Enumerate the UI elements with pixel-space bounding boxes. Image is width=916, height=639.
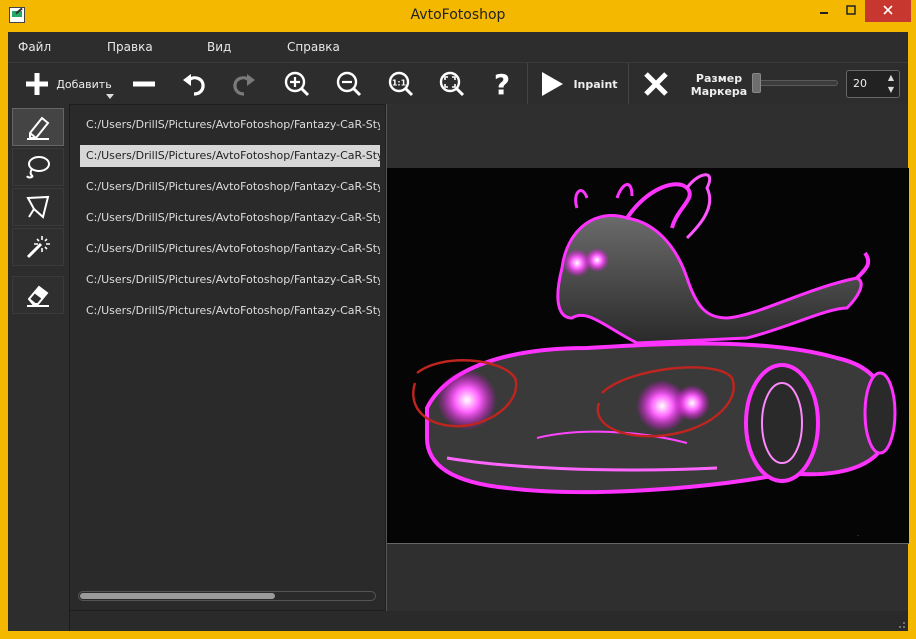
undo-button[interactable]: [178, 68, 210, 100]
file-list-item[interactable]: C:/Users/DrillS/Pictures/AvtoFotoshop/Fa…: [80, 269, 380, 291]
tool-marker[interactable]: [12, 108, 64, 146]
plus-icon: [26, 73, 49, 95]
marker-size-label-line1: Размер: [695, 72, 743, 85]
menu-edit[interactable]: Правка: [107, 40, 153, 54]
magic-wand-icon: [26, 236, 50, 259]
photo-neon-horse-car: ·: [387, 168, 909, 543]
file-list-scrollbar-thumb[interactable]: [80, 593, 275, 599]
close-icon: [883, 5, 893, 15]
zoom-actual-button[interactable]: 1:1: [385, 68, 417, 100]
resize-grip-icon[interactable]: [896, 619, 906, 629]
zoom-fit-icon: [439, 71, 465, 97]
maximize-button[interactable]: [838, 0, 864, 22]
file-list-item-selected[interactable]: C:/Users/DrillS/Pictures/AvtoFotoshop/Fa…: [80, 145, 380, 167]
eraser-icon: [27, 285, 49, 307]
tool-magic-wand[interactable]: [12, 228, 64, 266]
undo-icon: [183, 74, 205, 96]
zoom-out-button[interactable]: [333, 68, 365, 100]
inpaint-label: Inpaint: [573, 77, 618, 91]
toolbar-separator: [628, 63, 629, 105]
svg-text:1:1: 1:1: [392, 79, 407, 88]
marker-size-value: 20: [853, 77, 867, 90]
minus-icon: [133, 81, 155, 87]
file-list-item[interactable]: C:/Users/DrillS/Pictures/AvtoFotoshop/Fa…: [80, 207, 380, 229]
close-x-icon: [644, 72, 668, 96]
app-window: AvtoFotoshop Файл Правка Вид Справка Доб…: [0, 0, 916, 639]
zoom-out-icon: [336, 71, 362, 97]
spin-down-icon[interactable]: ▼: [885, 84, 897, 96]
minimize-button[interactable]: [810, 0, 838, 22]
image-canvas-panel: ·: [386, 104, 909, 611]
menu-view[interactable]: Вид: [207, 40, 231, 54]
menu-help[interactable]: Справка: [287, 40, 340, 54]
file-list-item[interactable]: C:/Users/DrillS/Pictures/AvtoFotoshop/Fa…: [80, 176, 380, 198]
remove-button[interactable]: [128, 68, 160, 100]
spin-up-icon[interactable]: ▲: [885, 72, 897, 84]
chevron-down-icon: [106, 94, 114, 99]
marker-size-spinbox[interactable]: 20 ▲ ▼: [846, 70, 900, 98]
minimize-icon: [820, 12, 828, 14]
zoom-in-button[interactable]: [281, 68, 313, 100]
tool-polygon-lasso[interactable]: [12, 188, 64, 226]
redo-button[interactable]: [228, 68, 260, 100]
title-bar[interactable]: AvtoFotoshop: [0, 0, 916, 32]
file-list-item[interactable]: C:/Users/DrillS/Pictures/AvtoFotoshop/Fa…: [80, 238, 380, 260]
tool-lasso[interactable]: [12, 148, 64, 186]
cancel-button[interactable]: [640, 68, 672, 100]
help-button[interactable]: ?: [486, 68, 518, 100]
inpaint-button[interactable]: Inpaint: [536, 68, 621, 100]
marker-size-slider-thumb[interactable]: [752, 73, 761, 93]
image-canvas[interactable]: ·: [387, 168, 909, 544]
polygon-lasso-icon: [26, 195, 50, 219]
toolbar-separator: [527, 63, 528, 105]
svg-text:?: ?: [494, 70, 510, 98]
zoom-fit-button[interactable]: [436, 68, 468, 100]
maximize-icon: [846, 5, 856, 15]
zoom-in-icon: [284, 71, 310, 97]
toolbar: Добавить 1:1 ? Inpaint Размер Маркера 20…: [8, 62, 908, 105]
file-list: C:/Users/DrillS/Pictures/AvtoFotoshop/Fa…: [70, 104, 386, 611]
menu-file[interactable]: Файл: [18, 40, 51, 54]
add-button[interactable]: Добавить: [18, 68, 118, 100]
tool-eraser[interactable]: [12, 276, 64, 314]
menu-bar: Файл Правка Вид Справка: [8, 32, 908, 62]
redo-icon: [233, 74, 255, 96]
zoom-actual-icon: 1:1: [388, 71, 414, 97]
file-list-item[interactable]: C:/Users/DrillS/Pictures/AvtoFotoshop/Fa…: [80, 114, 380, 136]
marker-size-slider[interactable]: [756, 80, 838, 86]
marker-icon: [27, 116, 50, 140]
marker-size-label: Размер Маркера: [690, 72, 748, 98]
close-button[interactable]: [865, 0, 911, 22]
file-list-item[interactable]: C:/Users/DrillS/Pictures/AvtoFotoshop/Fa…: [80, 300, 380, 322]
add-label: Добавить: [56, 77, 112, 91]
svg-text:·: ·: [857, 533, 859, 540]
window-title: AvtoFotoshop: [410, 7, 506, 23]
help-icon: ?: [494, 70, 510, 98]
tool-palette: [8, 104, 70, 631]
main-content: C:/Users/DrillS/Pictures/AvtoFotoshop/Fa…: [8, 104, 909, 631]
lasso-icon: [26, 156, 50, 179]
play-icon: [542, 72, 564, 96]
marker-size-label-line2: Маркера: [690, 85, 748, 98]
